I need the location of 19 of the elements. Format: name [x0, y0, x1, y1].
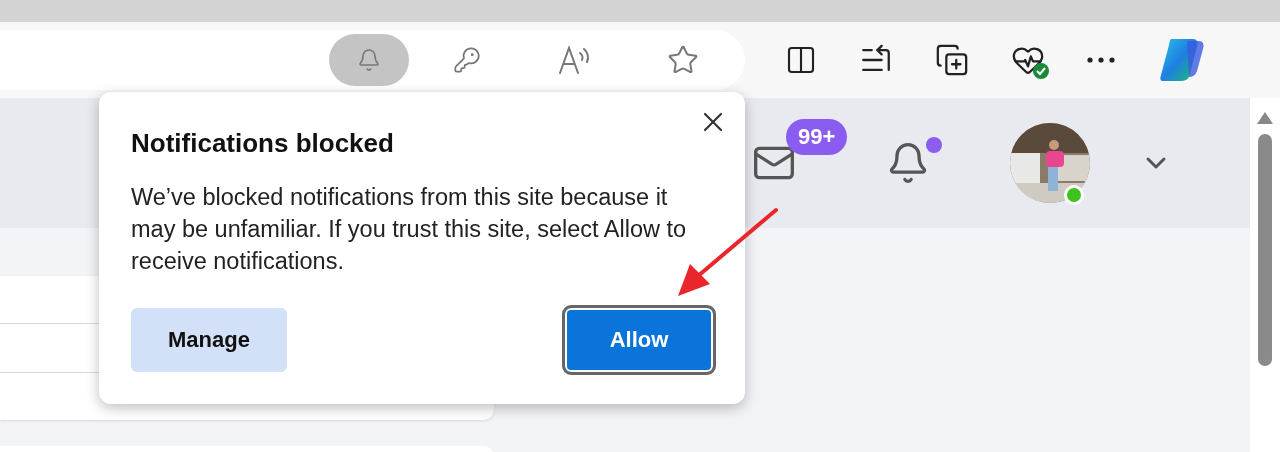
popup-message: We’ve blocked notifications from this site because it may be unfamiliar. If you trust this site, select Allow to receive notifications. [131, 183, 688, 276]
allow-button[interactable]: Allow [565, 308, 713, 372]
star-icon [667, 44, 699, 76]
read-aloud-icon [558, 45, 592, 75]
scrollbar[interactable] [1250, 98, 1280, 452]
manage-button[interactable]: Manage [131, 308, 287, 372]
more-button[interactable] [1087, 57, 1115, 63]
key-icon [453, 46, 481, 74]
notification-button[interactable] [329, 34, 409, 86]
unread-count-badge: 99+ [786, 119, 848, 155]
checkmark-badge-icon [1033, 63, 1049, 79]
more-icon [1087, 57, 1115, 63]
scroll-up-icon[interactable] [1257, 112, 1273, 124]
collections-button[interactable] [935, 43, 969, 77]
split-screen-button[interactable] [785, 44, 817, 76]
popup-title: Notifications blocked [131, 128, 395, 159]
copy-plus-icon [935, 43, 969, 77]
split-screen-icon [785, 44, 817, 76]
bell-icon [357, 48, 381, 72]
